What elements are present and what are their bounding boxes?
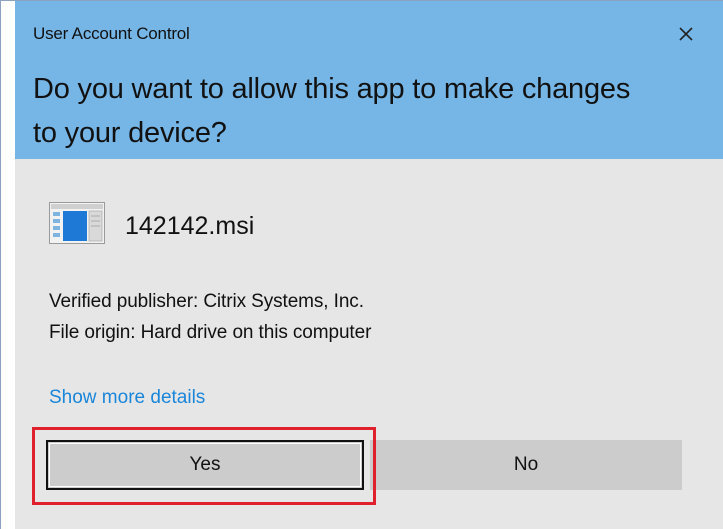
window-title: User Account Control bbox=[33, 24, 190, 43]
verified-publisher: Verified publisher: Citrix Systems, Inc. bbox=[49, 291, 364, 312]
close-button[interactable] bbox=[669, 17, 703, 51]
file-origin: File origin: Hard drive on this computer bbox=[49, 322, 372, 343]
prompt-heading: Do you want to allow this app to make ch… bbox=[33, 73, 631, 149]
yes-button[interactable]: Yes bbox=[46, 440, 364, 490]
uac-dialog: User Account Control Do you want to allo… bbox=[0, 0, 723, 529]
dialog-left-edge bbox=[1, 1, 15, 529]
close-icon bbox=[679, 27, 693, 41]
no-button[interactable]: No bbox=[370, 440, 682, 490]
show-more-details-link[interactable]: Show more details bbox=[49, 387, 205, 409]
app-file-name: 142142.msi bbox=[125, 212, 255, 240]
msi-installer-icon bbox=[49, 202, 105, 244]
